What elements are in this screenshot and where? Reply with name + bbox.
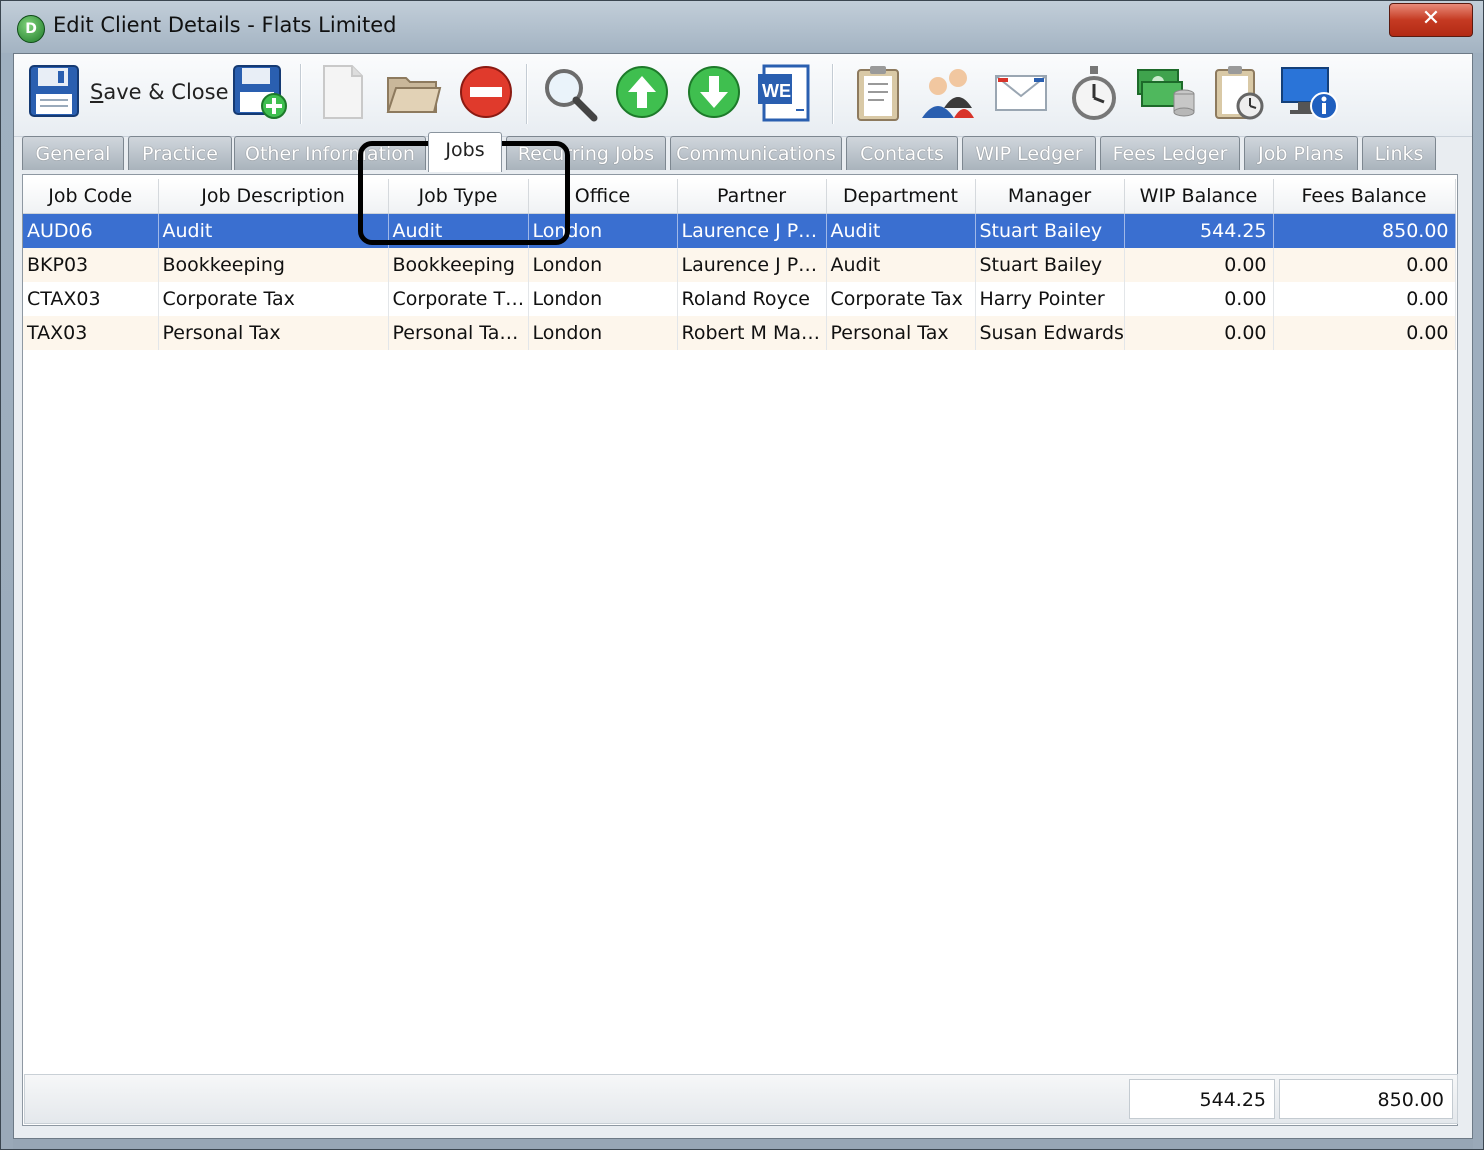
cell-manager: Harry Pointer	[975, 282, 1125, 316]
toolbar: Save & Close WE	[14, 54, 1472, 137]
cell-partner: Robert M Ma…	[677, 316, 827, 350]
move-up-icon[interactable]	[614, 64, 672, 122]
cell-job-code: TAX03	[23, 316, 159, 350]
toolbar-separator	[832, 64, 834, 124]
cell-wip-balance: 0.00	[1124, 282, 1274, 316]
clipboard-icon[interactable]	[850, 64, 908, 122]
jobs-grid-panel: Job Code Job Description Job Type Office…	[22, 174, 1458, 1126]
users-icon[interactable]	[918, 64, 976, 122]
tab-fees-ledger[interactable]: Fees Ledger	[1100, 136, 1240, 170]
cell-job-code: AUD06	[23, 213, 159, 248]
column-header-job-code[interactable]: Job Code	[23, 179, 159, 214]
cell-job-description: Audit	[158, 213, 389, 248]
tab-practice[interactable]: Practice	[128, 136, 232, 170]
column-header-job-description[interactable]: Job Description	[158, 179, 389, 214]
cell-job-description: Corporate Tax	[158, 282, 389, 316]
word-icon[interactable]: WE	[756, 64, 814, 122]
table-row[interactable]: CTAX03 Corporate Tax Corporate T… London…	[23, 282, 1456, 316]
cell-manager: Stuart Bailey	[975, 213, 1125, 248]
money-icon[interactable]	[1136, 64, 1195, 122]
search-icon[interactable]	[540, 64, 598, 122]
cell-job-type: Bookkeeping	[388, 248, 529, 282]
cell-job-type: Personal Ta…	[388, 316, 529, 350]
tab-general[interactable]: General	[22, 136, 124, 170]
svg-text:WE: WE	[762, 81, 791, 101]
cell-job-code: BKP03	[23, 248, 159, 282]
cell-job-type: Corporate T…	[388, 282, 529, 316]
tab-links[interactable]: Links	[1362, 136, 1436, 170]
move-down-icon[interactable]	[686, 64, 744, 122]
stopwatch-icon[interactable]	[1066, 64, 1124, 122]
wip-total: 544.25	[1129, 1079, 1275, 1119]
cell-partner: Roland Royce	[677, 282, 827, 316]
cell-fees-balance: 850.00	[1273, 213, 1456, 248]
cell-manager: Stuart Bailey	[975, 248, 1125, 282]
window-bottom-border	[13, 1139, 1473, 1149]
cell-manager: Susan Edwards	[975, 316, 1125, 350]
cell-partner: Laurence J P…	[677, 213, 827, 248]
cell-job-description: Personal Tax	[158, 316, 389, 350]
tab-strip: General Practice Other Information Jobs …	[22, 132, 1462, 174]
email-icon[interactable]	[992, 64, 1050, 122]
cell-wip-balance: 0.00	[1124, 248, 1274, 282]
edit-client-window: D Edit Client Details - Flats Limited ✕ …	[0, 0, 1484, 1150]
client-area: Save & Close WE General Practice Other I…	[13, 53, 1473, 1139]
cell-office: London	[528, 248, 678, 282]
cell-job-code: CTAX03	[23, 282, 159, 316]
delete-icon[interactable]	[458, 64, 516, 122]
column-header-wip-balance[interactable]: WIP Balance	[1124, 179, 1274, 214]
tab-jobs[interactable]: Jobs	[428, 132, 502, 172]
app-icon: D	[17, 15, 45, 43]
cell-department: Audit	[826, 248, 976, 282]
cell-wip-balance: 0.00	[1124, 316, 1274, 350]
close-button[interactable]: ✕	[1389, 3, 1473, 37]
cell-wip-balance: 544.25	[1124, 213, 1274, 248]
table-header-row: Job Code Job Description Job Type Office…	[23, 179, 1456, 214]
save-close-accelerator: S	[90, 80, 104, 104]
cell-department: Audit	[826, 213, 976, 248]
tab-contacts[interactable]: Contacts	[846, 136, 958, 170]
toolbar-separator	[300, 64, 302, 124]
title-bar[interactable]: D Edit Client Details - Flats Limited ✕	[1, 1, 1483, 53]
cell-fees-balance: 0.00	[1273, 316, 1456, 350]
totals-footer: 544.25 850.00	[24, 1074, 1458, 1124]
cell-department: Corporate Tax	[826, 282, 976, 316]
info-monitor-icon[interactable]	[1280, 64, 1338, 122]
save-new-icon[interactable]	[232, 64, 290, 122]
tab-job-plans[interactable]: Job Plans	[1244, 136, 1358, 170]
cell-job-description: Bookkeeping	[158, 248, 389, 282]
cell-department: Personal Tax	[826, 316, 976, 350]
cell-office: London	[528, 282, 678, 316]
window-title: Edit Client Details - Flats Limited	[53, 13, 397, 37]
clipboard-clock-icon[interactable]	[1210, 64, 1268, 122]
save-close-button[interactable]: Save & Close	[90, 80, 229, 104]
toolbar-separator	[526, 64, 528, 124]
table-row[interactable]: BKP03 Bookkeeping Bookkeeping London Lau…	[23, 248, 1456, 282]
fees-total: 850.00	[1279, 1079, 1453, 1119]
column-header-department[interactable]: Department	[826, 179, 976, 214]
tab-wip-ledger[interactable]: WIP Ledger	[962, 136, 1096, 170]
table-row[interactable]: TAX03 Personal Tax Personal Ta… London R…	[23, 316, 1456, 350]
open-folder-icon[interactable]	[384, 64, 442, 122]
column-header-fees-balance[interactable]: Fees Balance	[1273, 179, 1456, 214]
jobs-table: Job Code Job Description Job Type Office…	[23, 179, 1456, 350]
cell-fees-balance: 0.00	[1273, 282, 1456, 316]
cell-fees-balance: 0.00	[1273, 248, 1456, 282]
new-document-icon[interactable]	[314, 64, 372, 122]
save-close-label: ave & Close	[103, 80, 229, 104]
cell-office: London	[528, 316, 678, 350]
cell-partner: Laurence J P…	[677, 248, 827, 282]
column-header-partner[interactable]: Partner	[677, 179, 827, 214]
column-header-manager[interactable]: Manager	[975, 179, 1125, 214]
table-row[interactable]: AUD06 Audit Audit London Laurence J P… A…	[23, 213, 1456, 248]
tab-communications[interactable]: Communications	[670, 136, 842, 170]
save-icon[interactable]	[28, 64, 86, 122]
